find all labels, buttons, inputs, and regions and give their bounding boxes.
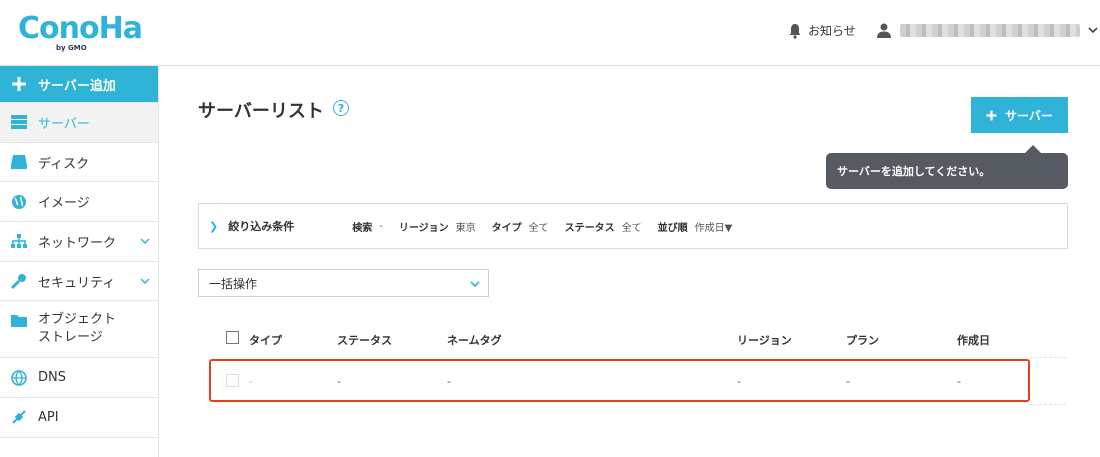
bulk-action-select[interactable]: 一括操作: [198, 269, 489, 297]
sidebar-item-label: DNS: [38, 370, 66, 386]
sidebar-item-api[interactable]: API: [0, 398, 158, 438]
sidebar-item-network[interactable]: ネットワーク: [0, 222, 158, 262]
col-type[interactable]: タイプ: [249, 332, 282, 348]
dns-icon: [10, 369, 28, 387]
notice-label: お知らせ: [808, 24, 856, 38]
sidebar-item-label: イメージ: [38, 196, 90, 212]
conoha-logo[interactable]: ConoHa by GMO: [18, 11, 143, 54]
col-region[interactable]: リージョン: [737, 332, 792, 348]
filter-key-type: タイプ: [491, 222, 522, 234]
api-icon: [10, 408, 28, 426]
chevron-down-icon: [140, 238, 150, 245]
page-title: サーバーリスト: [198, 101, 324, 122]
row-highlight-box: [209, 359, 1030, 402]
col-plan[interactable]: プラン: [846, 332, 879, 348]
row-divider: [1030, 357, 1066, 358]
logo-sub: by GMO: [56, 44, 87, 52]
key-icon: [10, 272, 28, 290]
col-created[interactable]: 作成日: [957, 332, 990, 348]
sidebar-item-object-storage[interactable]: オブジェクト ストレージ: [0, 301, 158, 359]
folder-icon: [10, 311, 28, 329]
chevron-right-icon[interactable]: ❯: [209, 220, 218, 233]
filter-key-search: 検索: [352, 222, 373, 234]
notice-link[interactable]: お知らせ: [788, 22, 856, 39]
bulk-action-label: 一括操作: [209, 276, 258, 291]
sidebar-item-label: オブジェクト ストレージ: [38, 312, 117, 346]
filter-key-status: ステータス: [564, 222, 615, 234]
logo-text: ConoHa: [18, 11, 143, 46]
sidebar-item-server[interactable]: サーバー: [0, 103, 158, 143]
bell-icon: [789, 23, 801, 39]
help-icon[interactable]: ?: [333, 100, 349, 116]
user-icon: [877, 23, 891, 38]
sidebar-item-label: API: [38, 409, 59, 425]
filter-value-search: -: [379, 220, 383, 232]
filter-panel[interactable]: ❯ 絞り込み条件 検索 - リージョン 東京 タイプ 全て ステータス 全て 並…: [198, 203, 1068, 249]
add-server-tooltip: サーバーを追加してください。: [826, 145, 1068, 189]
filter-key-region: リージョン: [398, 222, 449, 234]
sidebar-item-dns[interactable]: DNS: [0, 358, 158, 399]
filter-value-sort: 作成日▼: [694, 222, 733, 234]
chevron-down-icon: [140, 278, 150, 284]
filter-title[interactable]: 絞り込み条件: [228, 218, 328, 234]
filter-value-status: 全て: [621, 222, 642, 234]
server-icon: [10, 113, 28, 131]
sidebar-item-image[interactable]: イメージ: [0, 182, 158, 223]
header: ConoHa by GMO お知らせ: [0, 0, 1100, 66]
plus-icon: [10, 75, 28, 93]
sidebar-item-security[interactable]: セキュリティ: [0, 262, 158, 302]
chevron-down-icon: [470, 281, 480, 288]
filter-key-sort: 並び順: [657, 222, 688, 234]
network-icon: [10, 232, 28, 250]
table-header: タイプ ステータス ネームタグ リージョン プラン 作成日: [198, 328, 1068, 350]
add-server-label: サーバー: [1005, 108, 1053, 123]
sidebar-item-label: サーバー: [38, 116, 90, 132]
sidebar-item-label: セキュリティ: [38, 275, 116, 291]
add-server-button[interactable]: サーバー: [971, 97, 1068, 133]
plus-icon: [986, 110, 997, 120]
chevron-down-icon: [1088, 27, 1098, 34]
user-menu[interactable]: [876, 22, 1098, 38]
col-nametag[interactable]: ネームタグ: [447, 332, 502, 348]
sidebar-item-disk[interactable]: ディスク: [0, 143, 158, 183]
sidebar-item-label: サーバー追加: [38, 78, 116, 94]
sidebar-item-label: ネットワーク: [38, 235, 117, 251]
row-divider: [1030, 404, 1066, 405]
sidebar: サーバー追加 サーバー ディスク イメージ ネットワーク セキュリティ オブジェ…: [0, 66, 159, 457]
disk-icon: [10, 153, 28, 171]
filter-value-region: 東京: [455, 222, 476, 234]
sidebar-item-label: ディスク: [38, 156, 90, 172]
col-status[interactable]: ステータス: [337, 332, 392, 348]
globe-icon: [10, 193, 28, 211]
user-name-blurred: [900, 23, 1080, 37]
sidebar-item-add-server[interactable]: サーバー追加: [0, 66, 158, 103]
filter-value-type: 全て: [528, 222, 549, 234]
select-all-checkbox[interactable]: [226, 331, 239, 344]
